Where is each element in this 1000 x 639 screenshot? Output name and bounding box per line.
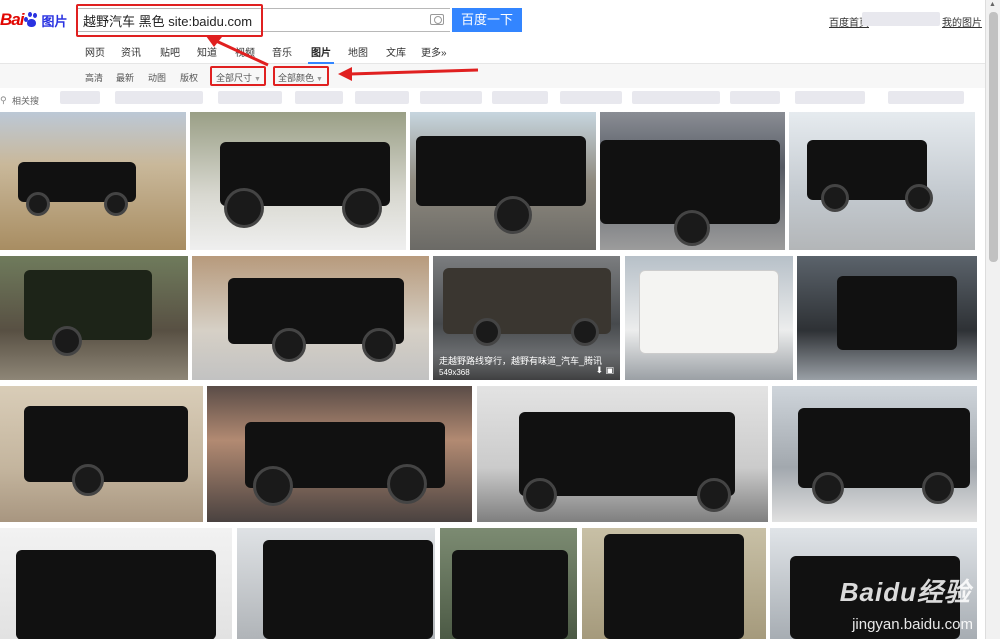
result-image[interactable] — [410, 112, 596, 250]
result-image[interactable] — [0, 528, 232, 639]
result-image[interactable] — [477, 386, 768, 522]
blurred-username — [862, 12, 940, 26]
result-image[interactable] — [789, 112, 975, 250]
related-item[interactable] — [218, 91, 282, 104]
tab-tieba[interactable]: 贴吧 — [160, 44, 180, 59]
related-item[interactable] — [355, 91, 409, 104]
paw-icon — [24, 12, 38, 28]
image-caption: 走越野路线穿行，越野有味道_汽车_腾讯 549x368 — [433, 352, 620, 380]
tab-video[interactable]: 视频 — [235, 44, 255, 59]
result-image[interactable] — [625, 256, 793, 380]
related-item[interactable] — [888, 91, 964, 104]
result-image[interactable] — [582, 528, 766, 639]
result-image[interactable] — [600, 112, 785, 250]
related-item[interactable] — [60, 91, 100, 104]
tab-web[interactable]: 网页 — [85, 44, 105, 59]
camera-icon[interactable] — [430, 14, 444, 25]
result-image[interactable]: Baidu经验 jingyan.baidu.com — [770, 528, 977, 639]
related-item[interactable] — [730, 91, 780, 104]
my-images-link[interactable]: 我的图片 — [942, 14, 982, 29]
result-image[interactable] — [0, 386, 203, 522]
page: Bai du 图片 百度一下 百度首页 我的图片 网页 资讯 贴吧 知道 视频 … — [0, 0, 1000, 639]
related-item[interactable] — [295, 91, 343, 104]
scrollbar-thumb[interactable] — [989, 12, 998, 262]
result-image[interactable] — [237, 528, 435, 639]
baidu-image-logo[interactable]: Bai du 图片 — [0, 6, 72, 34]
result-image[interactable] — [0, 112, 186, 250]
result-image[interactable] — [0, 256, 188, 380]
search-icon: ⚲ — [0, 95, 7, 105]
related-item[interactable] — [420, 91, 482, 104]
related-item[interactable] — [115, 91, 203, 104]
watermark-logo: Baidu经验 — [839, 577, 971, 607]
image-caption-title: 走越野路线穿行，越野有味道_汽车_腾讯 — [439, 356, 603, 366]
filter-latest[interactable]: 最新 — [116, 71, 134, 84]
result-image[interactable] — [192, 256, 429, 380]
filter-bar: 高清 最新 动图 版权 全部尺寸 ▼ 全部颜色 ▼ — [0, 64, 985, 88]
logo-text-bai: Bai — [0, 10, 24, 29]
result-image[interactable] — [440, 528, 577, 639]
related-item[interactable] — [632, 91, 720, 104]
watermark-url: jingyan.baidu.com — [852, 616, 973, 633]
related-searches: ⚲ 相关搜 — [0, 88, 985, 110]
result-image[interactable] — [190, 112, 406, 250]
related-label: 相关搜 — [12, 96, 40, 106]
tab-more[interactable]: 更多» — [421, 44, 447, 59]
category-nav: 网页 资讯 贴吧 知道 视频 音乐 图片 地图 文库 更多» — [0, 38, 985, 64]
filter-gif[interactable]: 动图 — [148, 71, 166, 84]
result-image[interactable] — [207, 386, 472, 522]
download-icon[interactable]: ⬇ ▣ — [595, 365, 614, 376]
scrollbar[interactable]: ▲ — [985, 0, 1000, 639]
annotation-box-color — [273, 66, 329, 86]
result-image-hovered[interactable]: 走越野路线穿行，越野有味道_汽车_腾讯 549x368 ⬇ ▣ — [433, 256, 620, 380]
filter-hd[interactable]: 高清 — [85, 71, 103, 84]
related-item[interactable] — [560, 91, 622, 104]
tab-wenku[interactable]: 文库 — [386, 44, 406, 59]
search-button[interactable]: 百度一下 — [452, 8, 522, 32]
related-item[interactable] — [795, 91, 865, 104]
related-item[interactable] — [492, 91, 548, 104]
scroll-up-icon[interactable]: ▲ — [989, 1, 996, 8]
result-image[interactable] — [797, 256, 977, 380]
filter-copyright[interactable]: 版权 — [180, 71, 198, 84]
image-dimensions: 549x368 — [439, 368, 470, 377]
tab-map[interactable]: 地图 — [348, 44, 368, 59]
tab-music[interactable]: 音乐 — [272, 44, 292, 59]
tab-news[interactable]: 资讯 — [121, 44, 141, 59]
tab-zhidao[interactable]: 知道 — [197, 44, 217, 59]
annotation-box-size — [210, 66, 266, 86]
tab-images[interactable]: 图片 — [311, 44, 331, 59]
logo-text-tupian: 图片 — [41, 13, 68, 29]
result-image[interactable] — [772, 386, 977, 522]
annotation-box-search — [76, 4, 263, 37]
